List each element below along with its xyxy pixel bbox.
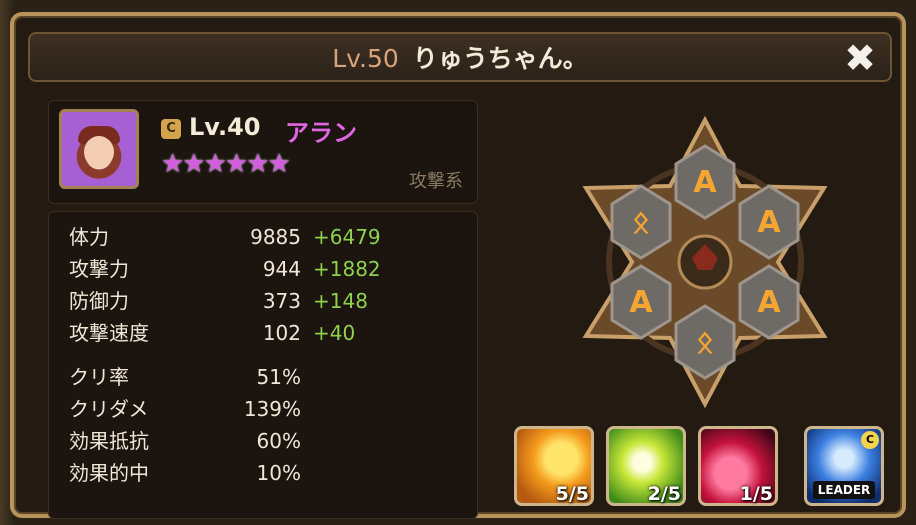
title-bar: Lv.50 りゅうちゃん。 ✖	[28, 32, 892, 82]
rune-slot-label: A	[693, 165, 717, 200]
player-name: りゅうちゃん。	[412, 44, 588, 73]
stat-label: 防御力	[69, 289, 129, 313]
rune-slot-label: A	[757, 205, 781, 240]
stat-value: 944	[262, 257, 301, 281]
stat-value: 139%	[243, 397, 301, 421]
leader-skill-button[interactable]: C LEADER	[804, 426, 884, 506]
stat-value: 60%	[256, 429, 301, 453]
leader-label: LEADER	[813, 481, 875, 499]
stat-bonus: +6479	[313, 225, 381, 249]
star-rating: ★★★★★★	[161, 149, 291, 179]
stat-value: 373	[262, 289, 301, 313]
stat-bonus: +1882	[313, 257, 381, 281]
monster-name: アラン	[285, 119, 357, 147]
skill-level: 2/5	[647, 483, 681, 505]
stat-bonus: +148	[313, 289, 368, 313]
monster-portrait[interactable]	[59, 109, 139, 189]
stat-label: 攻撃力	[69, 257, 129, 281]
close-icon: ✖	[844, 36, 876, 80]
stat-label: クリダメ	[69, 397, 149, 421]
skill-2-button[interactable]: 2/5	[606, 426, 686, 506]
stat-label: 効果的中	[69, 461, 149, 485]
portrait-face	[84, 136, 114, 168]
skill-level: 5/5	[555, 483, 589, 505]
rune-slot-label: ᛟ	[696, 325, 714, 360]
skill-level: 1/5	[739, 483, 773, 505]
stat-label: 効果抵抗	[69, 429, 149, 453]
rune-slot-label: A	[757, 285, 781, 320]
stat-value: 51%	[256, 365, 301, 389]
stats-panel: 体力 9885 +6479 攻撃力 944 +1882 防御力 373 +148…	[48, 211, 478, 519]
rune-slot-label: A	[629, 285, 653, 320]
stat-value: 102	[262, 321, 301, 345]
stat-bonus: +40	[313, 321, 356, 345]
stat-label: 攻撃速度	[69, 321, 149, 345]
leader-badge-icon: C	[861, 431, 879, 449]
rune-board: A A A A ᛟ ᛟ	[582, 116, 828, 408]
stat-value: 10%	[256, 461, 301, 485]
monster-level: Lv.40	[189, 113, 261, 141]
skill-3-button[interactable]: 1/5	[698, 426, 778, 506]
stat-label: 体力	[69, 225, 109, 249]
stat-value: 9885	[250, 225, 301, 249]
player-level: Lv.50	[332, 44, 399, 73]
rune-slot-label: ᛟ	[632, 205, 650, 240]
monster-info-panel: Lv.50 りゅうちゃん。 ✖ C Lv.40 アラン ★★★★★★ 攻撃系 体力…	[10, 12, 906, 519]
monster-summary: C Lv.40 アラン ★★★★★★ 攻撃系	[48, 100, 478, 204]
monster-type: 攻撃系	[409, 171, 463, 192]
skill-1-button[interactable]: 5/5	[514, 426, 594, 506]
monster-class-icon: C	[161, 119, 181, 139]
stat-label: クリ率	[69, 365, 129, 389]
close-button[interactable]: ✖	[840, 38, 880, 78]
page-title: Lv.50 りゅうちゃん。	[30, 44, 890, 74]
